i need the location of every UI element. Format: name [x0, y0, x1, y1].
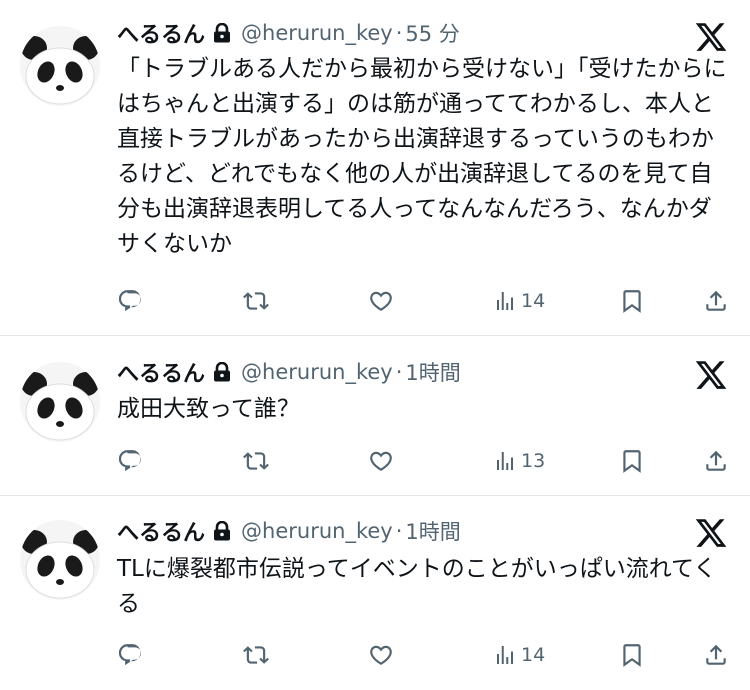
- action-bar: 14: [117, 286, 737, 316]
- retweet-button[interactable]: [243, 446, 269, 476]
- tweet-text: 「トラブルある人だから最初から受けない」「受けたからにはちゃんと出演する」のは筋…: [117, 56, 727, 257]
- retweet-button[interactable]: [243, 286, 269, 316]
- x-logo-icon: [694, 20, 728, 54]
- lock-icon: [213, 23, 231, 43]
- views-button[interactable]: 14: [493, 640, 545, 670]
- panda-avatar-icon: [20, 520, 100, 600]
- avatar[interactable]: [20, 26, 100, 106]
- separator-dot: ·: [395, 519, 403, 543]
- action-bar: 13: [117, 446, 737, 476]
- display-name[interactable]: へるるん: [117, 515, 205, 547]
- reply-icon: [117, 288, 143, 314]
- lock-icon: [213, 362, 231, 382]
- bookmark-button[interactable]: [619, 640, 645, 670]
- views-count: 13: [521, 450, 546, 472]
- reply-button[interactable]: [117, 446, 143, 476]
- tweet[interactable]: へるるん @herurun_key · 1時間 成田大致って誰？ 13: [0, 336, 750, 496]
- x-logo-icon: [694, 358, 728, 392]
- tweet-text: 成田大致って誰？: [117, 396, 300, 422]
- timestamp[interactable]: 1時間: [405, 516, 460, 546]
- user-handle[interactable]: @herurun_key: [241, 360, 393, 384]
- like-button[interactable]: [368, 640, 394, 670]
- lock-icon: [213, 521, 231, 541]
- share-button[interactable]: [703, 446, 729, 476]
- bookmark-icon: [619, 448, 645, 474]
- avatar[interactable]: [20, 520, 100, 600]
- like-icon: [368, 448, 394, 474]
- display-name[interactable]: へるるん: [117, 17, 205, 49]
- reply-button[interactable]: [117, 640, 143, 670]
- display-name[interactable]: へるるん: [117, 356, 205, 388]
- tweet[interactable]: へるるん @herurun_key · 1時間 TLに爆裂都市伝説ってイベントの…: [0, 496, 750, 690]
- retweet-icon: [243, 288, 269, 314]
- like-icon: [368, 642, 394, 668]
- like-button[interactable]: [368, 286, 394, 316]
- views-icon: [493, 289, 517, 313]
- bookmark-button[interactable]: [619, 446, 645, 476]
- reply-button[interactable]: [117, 286, 143, 316]
- views-count: 14: [521, 290, 546, 312]
- retweet-icon: [243, 448, 269, 474]
- x-logo-icon: [694, 516, 728, 550]
- like-button[interactable]: [368, 446, 394, 476]
- user-handle[interactable]: @herurun_key: [241, 21, 393, 45]
- views-button[interactable]: 13: [493, 446, 545, 476]
- bookmark-icon: [619, 288, 645, 314]
- retweet-icon: [243, 642, 269, 668]
- timestamp[interactable]: 55 分: [405, 18, 459, 48]
- tweet-header: へるるん @herurun_key · 55 分: [117, 18, 460, 48]
- avatar[interactable]: [20, 362, 100, 442]
- views-button[interactable]: 14: [493, 286, 545, 316]
- tweet[interactable]: へるるん @herurun_key · 55 分 「トラブルある人だから最初から…: [0, 0, 750, 336]
- share-icon: [703, 642, 729, 668]
- tweet-header: へるるん @herurun_key · 1時間: [117, 357, 461, 387]
- share-icon: [703, 448, 729, 474]
- like-icon: [368, 288, 394, 314]
- views-icon: [493, 643, 517, 667]
- reply-icon: [117, 642, 143, 668]
- bookmark-icon: [619, 642, 645, 668]
- share-button[interactable]: [703, 286, 729, 316]
- views-count: 14: [521, 644, 546, 666]
- bookmark-button[interactable]: [619, 286, 645, 316]
- panda-avatar-icon: [20, 26, 100, 106]
- action-bar: 14: [117, 640, 737, 670]
- tweet-header: へるるん @herurun_key · 1時間: [117, 516, 461, 546]
- views-icon: [493, 449, 517, 473]
- user-handle[interactable]: @herurun_key: [241, 519, 393, 543]
- share-button[interactable]: [703, 640, 729, 670]
- share-icon: [703, 288, 729, 314]
- panda-avatar-icon: [20, 362, 100, 442]
- retweet-button[interactable]: [243, 640, 269, 670]
- reply-icon: [117, 448, 143, 474]
- separator-dot: ·: [395, 360, 403, 384]
- timestamp[interactable]: 1時間: [405, 357, 460, 387]
- tweet-text: TLに爆裂都市伝説ってイベントのことがいっぱい流れてくる: [117, 556, 717, 617]
- separator-dot: ·: [395, 21, 403, 45]
